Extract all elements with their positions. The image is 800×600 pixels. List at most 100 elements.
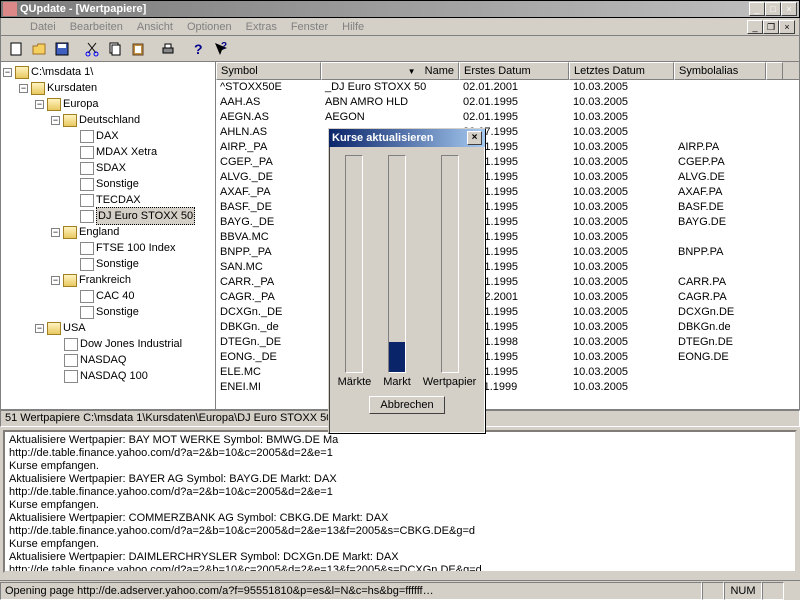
tree-label: Sonstige [96,304,139,320]
table-cell: DTEGn.DE [674,335,766,350]
mdi-close-button[interactable]: × [779,20,795,34]
table-cell [674,230,766,245]
new-button[interactable] [5,38,27,60]
whatsthis-button[interactable]: ? [210,38,232,60]
table-cell [674,260,766,275]
dialog-close-button[interactable]: × [467,131,482,145]
table-row[interactable]: AHLN.AS30.07.199510.03.2005 [216,125,799,140]
tree-node[interactable]: DAX [3,128,213,144]
table-row[interactable]: DBKGn._de02.01.199510.03.2005DBKGn.de [216,320,799,335]
cancel-button[interactable]: Abbrechen [369,396,444,414]
tree-node[interactable]: CAC 40 [3,288,213,304]
menu-ansicht[interactable]: Ansicht [130,20,180,34]
table-row[interactable]: EONG._DE02.01.199510.03.2005EONG.DE [216,350,799,365]
menu-hilfe[interactable]: Hilfe [335,20,371,34]
tree-label: TECDAX [96,192,141,208]
expand-icon[interactable]: − [51,276,60,285]
table-cell: 10.03.2005 [569,305,674,320]
menu-datei[interactable]: Datei [23,20,63,34]
table-cell: 10.03.2005 [569,110,674,125]
expand-icon[interactable]: − [51,228,60,237]
minimize-button[interactable]: _ [749,2,765,16]
table-row[interactable]: ALVG._DE02.01.199510.03.2005ALVG.DE [216,170,799,185]
column-header[interactable]: ▼ Name [321,62,459,80]
expand-icon[interactable]: − [35,100,44,109]
table-row[interactable]: AXAF._PA03.01.199510.03.2005AXAF.PA [216,185,799,200]
log-line: http://de.table.finance.yahoo.com/d?a=2&… [9,564,791,573]
table-row[interactable]: BASF._DE02.01.199510.03.2005BASF.DE [216,200,799,215]
menu-optionen[interactable]: Optionen [180,20,239,34]
table-row[interactable]: CGEP._PA03.01.199510.03.2005CGEP.PA [216,155,799,170]
table-row[interactable]: DTEGn._DE02.01.199810.03.2005DTEGn.DE [216,335,799,350]
table-row[interactable]: DCXGn._DE02.01.199510.03.2005DCXGn.DE [216,305,799,320]
tree-node[interactable]: NASDAQ 100 [3,368,213,384]
tree-node[interactable]: FTSE 100 Index [3,240,213,256]
tree-node[interactable]: −C:\msdata 1\ [3,64,213,80]
expand-icon[interactable]: − [51,116,60,125]
log-line: Kurse empfangen. [9,538,791,551]
table-cell: 10.03.2005 [569,365,674,380]
table-cell [674,95,766,110]
tree-node[interactable]: SDAX [3,160,213,176]
table-row[interactable]: SAN.MC02.01.199510.03.2005 [216,260,799,275]
table-row[interactable]: ^STOXX50E_DJ Euro STOXX 5002.01.200110.0… [216,80,799,95]
dialog-titlebar[interactable]: Kurse aktualisieren × [329,129,485,147]
table-cell: ENEI.MI [216,380,321,395]
tree-node[interactable]: Sonstige [3,256,213,272]
table-row[interactable]: ENEI.MI12.11.199910.03.2005 [216,380,799,395]
log-panel[interactable]: Aktualisiere Wertpapier: BAY MOT WERKE S… [3,430,797,573]
close-button[interactable]: × [781,2,797,16]
tree-node[interactable]: −Frankreich [3,272,213,288]
log-line: http://de.table.finance.yahoo.com/d?a=2&… [9,486,791,499]
menu-bearbeiten[interactable]: Bearbeiten [63,20,130,34]
window-buttons: _ □ × [749,2,797,16]
table-cell: CGEP.PA [674,155,766,170]
column-header[interactable]: Symbol [216,62,321,80]
table-row[interactable]: ELE.MC02.01.199510.03.2005 [216,365,799,380]
tree-node[interactable]: TECDAX [3,192,213,208]
paste-button[interactable] [127,38,149,60]
tree-node[interactable]: Sonstige [3,304,213,320]
tree-node[interactable]: −USA [3,320,213,336]
grid-panel[interactable]: Symbol▼ NameErstes DatumLetztes DatumSym… [216,62,799,409]
table-row[interactable]: AEGN.ASAEGON02.01.199510.03.2005 [216,110,799,125]
table-row[interactable]: BNPP._PA03.01.199510.03.2005BNPP.PA [216,245,799,260]
expand-icon[interactable]: − [3,68,12,77]
mdi-minimize-button[interactable]: _ [747,20,763,34]
table-row[interactable]: CARR._PA03.01.199510.03.2005CARR.PA [216,275,799,290]
column-header[interactable]: Symbolalias [674,62,766,80]
tree-node[interactable]: −Deutschland [3,112,213,128]
table-row[interactable]: AIRP._PA03.01.199510.03.2005AIRP.PA [216,140,799,155]
copy-button[interactable] [104,38,126,60]
column-header[interactable]: Letztes Datum [569,62,674,80]
tree-node[interactable]: −England [3,224,213,240]
save-button[interactable] [51,38,73,60]
menu-fenster[interactable]: Fenster [284,20,335,34]
table-cell [674,125,766,140]
expand-icon[interactable]: − [19,84,28,93]
table-cell: AEGN.AS [216,110,321,125]
table-row[interactable]: AAH.ASABN AMRO HLD02.01.199510.03.2005 [216,95,799,110]
tree-node[interactable]: DJ Euro STOXX 50 [3,208,213,224]
table-cell: EONG._DE [216,350,321,365]
print-button[interactable] [157,38,179,60]
mdi-restore-button[interactable]: ❐ [763,20,779,34]
open-button[interactable] [28,38,50,60]
tree-panel[interactable]: −C:\msdata 1\−Kursdaten−Europa−Deutschla… [1,62,216,409]
tree-node[interactable]: MDAX Xetra [3,144,213,160]
column-header[interactable]: Erstes Datum [459,62,569,80]
tree-node[interactable]: −Europa [3,96,213,112]
tree-node[interactable]: NASDAQ [3,352,213,368]
maximize-button[interactable]: □ [765,2,781,16]
expand-icon[interactable]: − [35,324,44,333]
table-cell: 10.03.2005 [569,155,674,170]
help-button[interactable]: ? [187,38,209,60]
tree-node[interactable]: Dow Jones Industrial [3,336,213,352]
tree-node[interactable]: Sonstige [3,176,213,192]
menu-extras[interactable]: Extras [239,20,284,34]
table-row[interactable]: BAYG._DE02.01.199510.03.2005BAYG.DE [216,215,799,230]
table-row[interactable]: BBVA.MC02.01.199510.03.2005 [216,230,799,245]
cut-button[interactable] [81,38,103,60]
tree-node[interactable]: −Kursdaten [3,80,213,96]
table-row[interactable]: CAGR._PA04.12.200110.03.2005CAGR.PA [216,290,799,305]
